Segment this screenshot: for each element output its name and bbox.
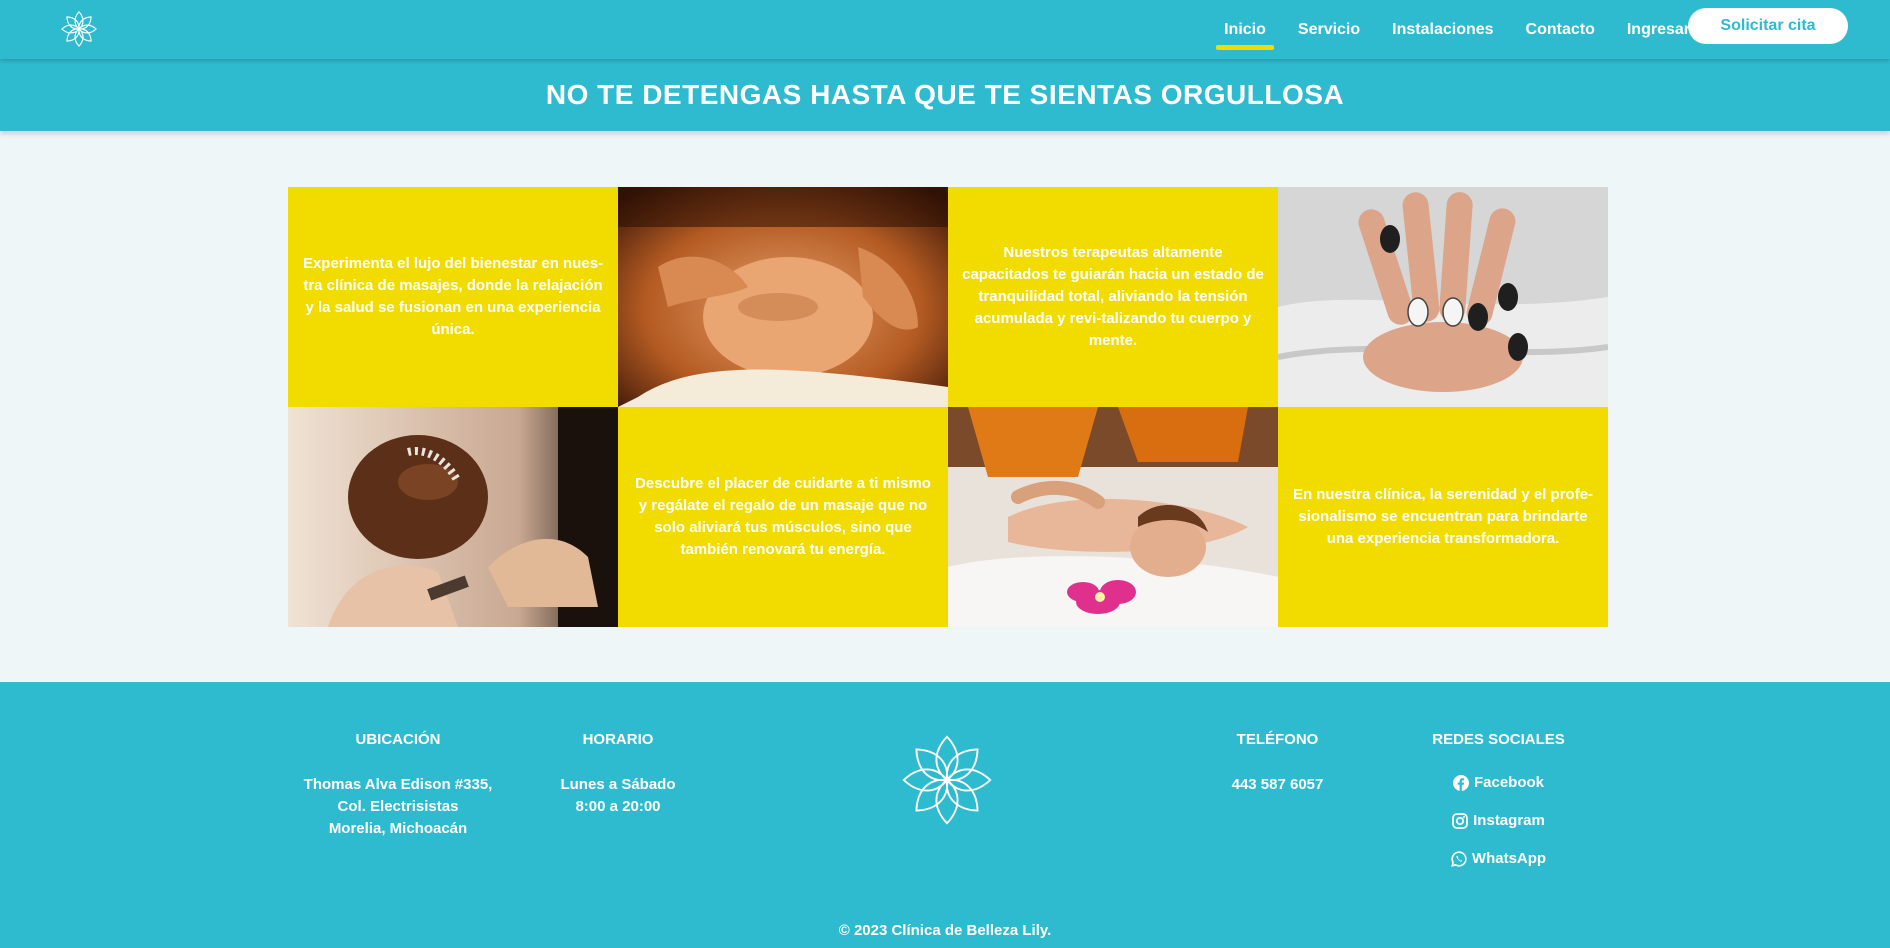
- location-address: Thomas Alva Edison #335, Col. Electrisis…: [288, 774, 508, 840]
- footer-phone: TELÉFONO 443 587 6057: [1200, 682, 1355, 882]
- facebook-label: Facebook: [1473, 774, 1545, 791]
- back-massage-photo: [948, 407, 1278, 627]
- services-grid: Experimenta el lujo del bienestar en nue…: [288, 187, 1608, 627]
- phone-number[interactable]: 443 587 6057: [1200, 774, 1355, 796]
- nav-link-contacto[interactable]: Contacto: [1526, 0, 1595, 59]
- grid-text-1: Experimenta el lujo del bienestar en nue…: [288, 187, 618, 407]
- grid-text-4: En nuestra clínica, la serenidad y el pr…: [1278, 407, 1608, 627]
- banner-title: NO TE DETENGAS HASTA QUE TE SIENTAS ORGU…: [545, 79, 1345, 110]
- hero-banner: NO TE DETENGAS HASTA QUE TE SIENTAS ORGU…: [0, 59, 1890, 131]
- facial-massage-photo: [618, 187, 948, 407]
- schedule-text: Lunes a Sábado 8:00 a 20:00: [528, 774, 708, 818]
- lotus-logo-icon[interactable]: [60, 10, 98, 48]
- nav-link-ingresar[interactable]: Ingresar: [1627, 0, 1690, 59]
- nav-link-instalaciones[interactable]: Instalaciones: [1392, 0, 1493, 59]
- facebook-icon: [1452, 774, 1469, 791]
- copyright-text: © 2023 Clínica de Belleza Lily.: [838, 922, 1052, 939]
- footer-schedule: HORARIO Lunes a Sábado 8:00 a 20:00: [528, 682, 708, 882]
- location-heading: UBICACIÓN: [355, 731, 441, 748]
- phone-heading: TELÉFONO: [1236, 731, 1319, 748]
- grid-text-2: Nuestros terapeutas altamente capacitado…: [948, 187, 1278, 407]
- schedule-hours: 8:00 a 20:00: [575, 798, 661, 815]
- instagram-icon: [1452, 812, 1469, 829]
- whatsapp-icon: [1450, 850, 1467, 867]
- instagram-label: Instagram: [1473, 812, 1545, 829]
- whatsapp-link[interactable]: WhatsApp: [1400, 850, 1597, 867]
- request-appointment-button[interactable]: Solicitar cita: [1688, 8, 1848, 44]
- footer-social: REDES SOCIALES Facebook Instagram WhatsA…: [1400, 682, 1597, 882]
- facebook-link[interactable]: Facebook: [1400, 774, 1597, 791]
- footer-location: UBICACIÓN Thomas Alva Edison #335, Col. …: [288, 682, 508, 882]
- schedule-days: Lunes a Sábado: [560, 776, 676, 793]
- instagram-link[interactable]: Instagram: [1400, 812, 1597, 829]
- social-heading: REDES SOCIALES: [1432, 731, 1565, 748]
- manicure-nails-photo: [1278, 187, 1608, 407]
- nav-link-inicio[interactable]: Inicio: [1216, 0, 1274, 59]
- address-line-3: Morelia, Michoacán: [328, 820, 468, 837]
- lotus-footer-logo-icon: [902, 735, 992, 825]
- top-navbar: Inicio Servicio Instalaciones Contacto I…: [0, 0, 1890, 59]
- nav-menu: Inicio Servicio Instalaciones Contacto I…: [1192, 0, 1690, 59]
- whatsapp-label: WhatsApp: [1471, 850, 1547, 867]
- bridal-hairstyle-photo: [288, 407, 618, 627]
- grid-text-3: Descubre el placer de cuidarte a ti mism…: [618, 407, 948, 627]
- nav-link-servicio[interactable]: Servicio: [1298, 0, 1360, 59]
- site-footer: UBICACIÓN Thomas Alva Edison #335, Col. …: [0, 682, 1890, 948]
- schedule-heading: HORARIO: [582, 731, 654, 748]
- address-line-2: Col. Electrisistas: [337, 798, 459, 815]
- address-line-1: Thomas Alva Edison #335,: [303, 776, 493, 793]
